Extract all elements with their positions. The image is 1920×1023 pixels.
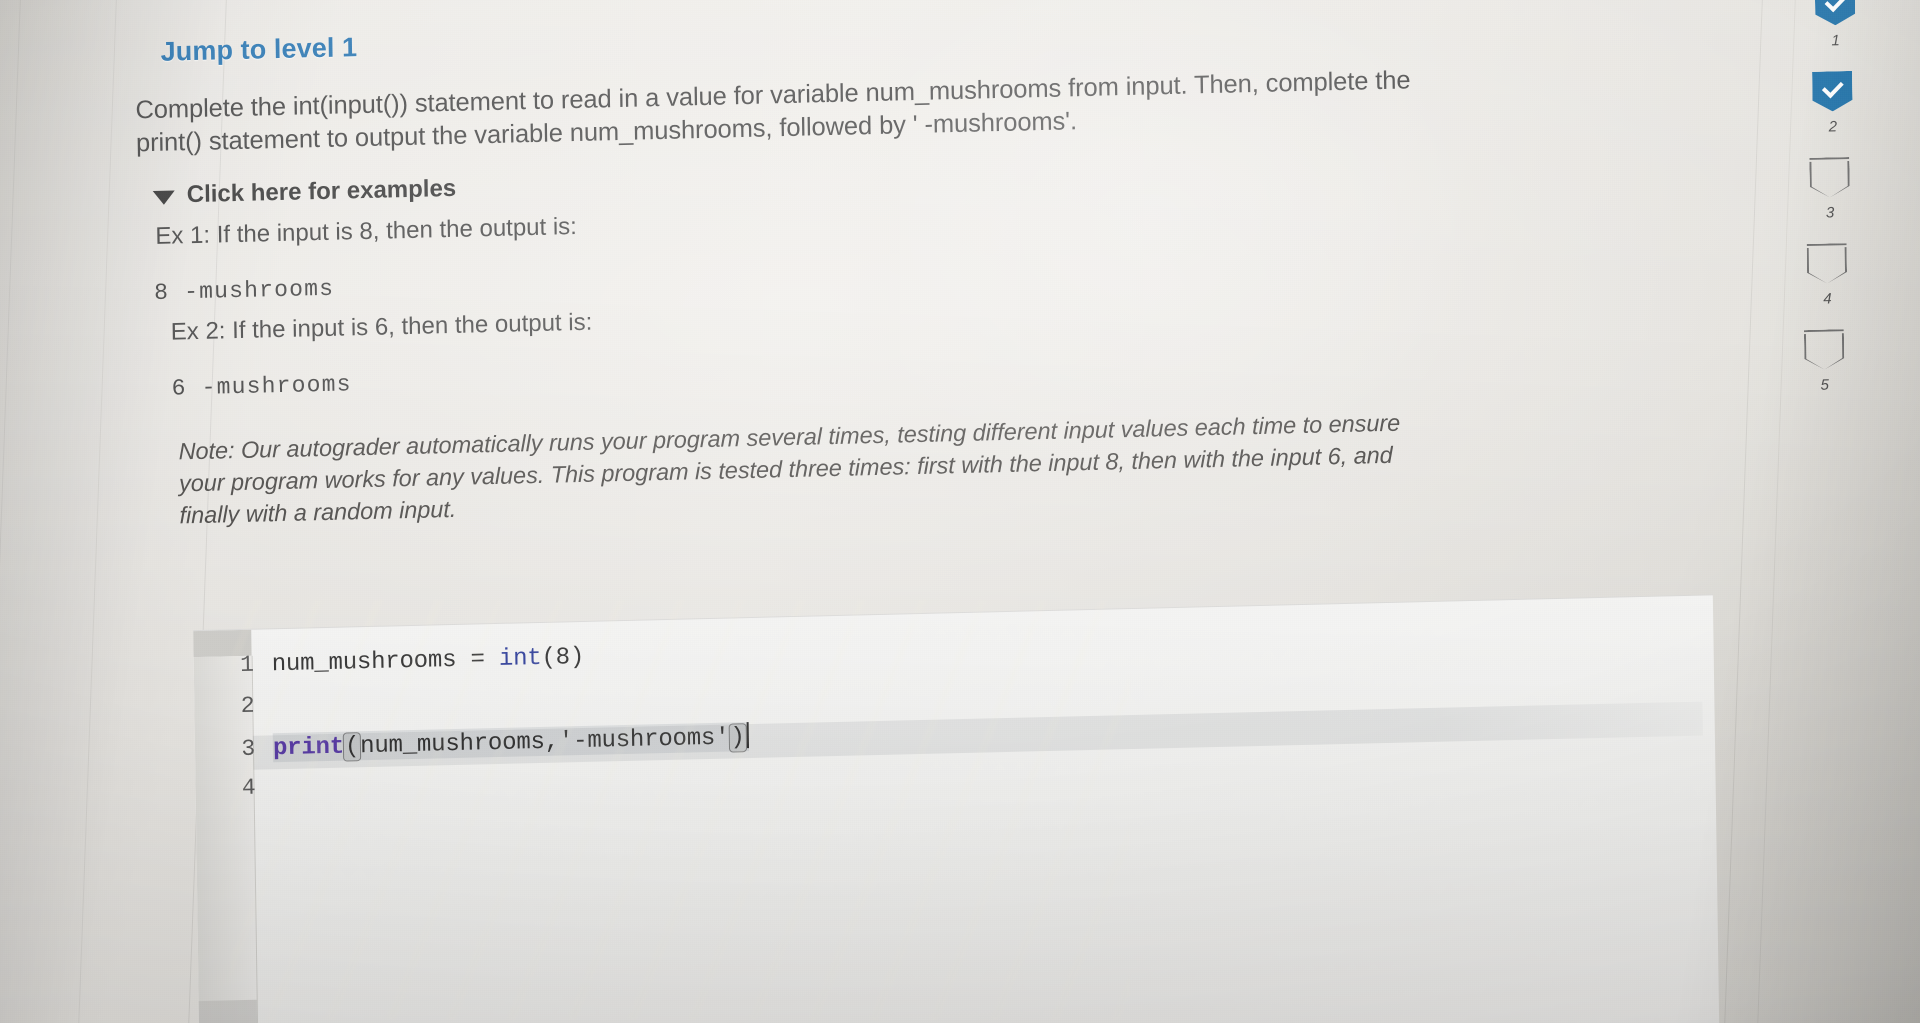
builtin-int: int <box>498 644 542 673</box>
argument-value: 8 <box>555 644 571 672</box>
assignment-operator: = <box>456 645 500 674</box>
exercise-screen: Jump to level 1 Complete the int(input()… <box>0 0 1920 1023</box>
page-title: Jump to level 1 <box>160 32 358 67</box>
open-paren: ( <box>541 644 556 672</box>
exercise-prompt: Complete the int(input()) statement to r… <box>135 66 1411 158</box>
line-number: 1 <box>239 651 254 679</box>
exercise-content: Jump to level 1 Complete the int(input()… <box>135 0 1791 532</box>
open-paren-highlight: ( <box>342 732 362 762</box>
line-number: 2 <box>240 692 255 720</box>
code-line-1-text[interactable]: num_mushrooms = int(8) <box>272 644 585 678</box>
progress-step-4-number: 4 <box>1823 290 1832 308</box>
progress-step-4[interactable]: 4 <box>1760 242 1895 309</box>
close-paren-highlight: ) <box>728 723 747 753</box>
example-2-output: 6 -mushrooms <box>171 371 352 402</box>
line-number: 3 <box>241 735 256 763</box>
progress-step-5-number: 5 <box>1820 376 1830 394</box>
empty-shield-icon <box>1809 157 1850 198</box>
examples-toggle-label: Click here for examples <box>186 174 457 209</box>
autograder-note: Note: Our autograder automatically runs … <box>178 409 1401 529</box>
code-editor[interactable]: 1 num_mushrooms = int(8) 2 3 print(num_m… <box>193 594 1720 1023</box>
text-cursor <box>746 722 749 749</box>
progress-step-3[interactable]: 3 <box>1766 156 1893 223</box>
builtin-print: print <box>272 733 345 763</box>
check-shield-icon <box>1815 0 1856 26</box>
progress-step-5[interactable]: 5 <box>1753 328 1896 395</box>
print-arguments: num_mushrooms, <box>359 728 560 761</box>
line-number: 4 <box>241 774 256 802</box>
progress-step-1[interactable]: 1 <box>1780 0 1891 51</box>
empty-shield-icon <box>1804 329 1845 370</box>
close-paren: ) <box>569 643 585 672</box>
check-shield-icon <box>1812 71 1853 112</box>
empty-shield-icon <box>1807 243 1848 284</box>
gutter-footer <box>198 999 258 1023</box>
progress-step-2-number: 2 <box>1828 118 1838 136</box>
examples-toggle[interactable]: Click here for examples <box>152 174 457 210</box>
progress-rail: 1 2 3 4 5 <box>1770 0 1896 417</box>
progress-step-1-number: 1 <box>1831 32 1840 50</box>
caret-down-icon <box>152 189 175 205</box>
progress-step-3-number: 3 <box>1825 204 1835 222</box>
progress-step-2[interactable]: 2 <box>1773 70 1892 137</box>
photo-of-screen: Jump to level 1 Complete the int(input()… <box>0 0 1920 1023</box>
code-lines[interactable]: 1 num_mushrooms = int(8) 2 3 print(num_m… <box>208 617 1716 816</box>
string-literal: '-mushrooms' <box>558 724 730 756</box>
identifier-num-mushrooms: num_mushrooms <box>271 646 457 679</box>
